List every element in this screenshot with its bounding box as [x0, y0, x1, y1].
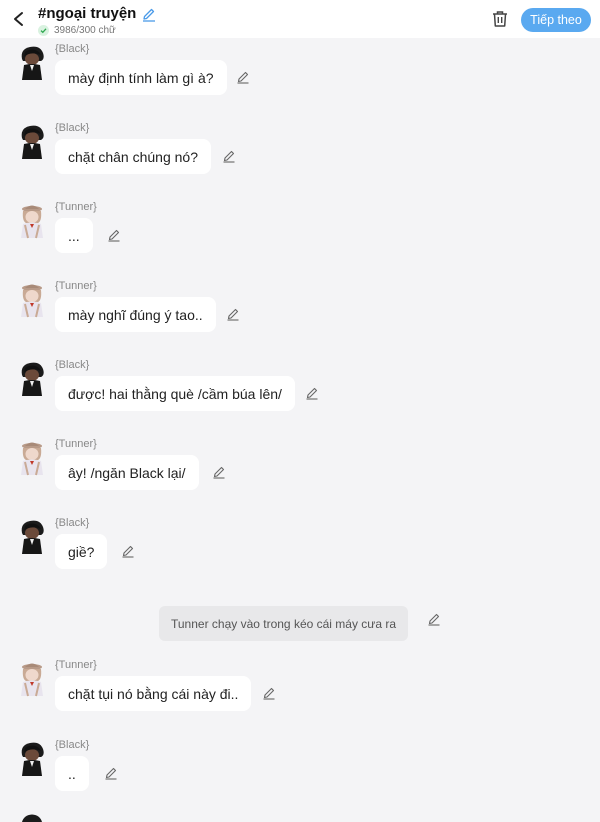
speaker-name: {Black} — [55, 122, 90, 134]
speaker-name: {Black} — [55, 517, 90, 529]
message-item: {Black} mày định tính làm gì à? — [0, 39, 600, 118]
top-bar: #ngoại truyện 3986/300 chữ Tiếp theo — [0, 0, 600, 38]
edit-icon[interactable] — [236, 70, 250, 84]
speaker-name: {Black} — [55, 739, 90, 751]
edit-icon[interactable] — [107, 228, 121, 242]
edit-icon[interactable] — [305, 386, 319, 400]
tunner-avatar-icon[interactable] — [14, 201, 50, 239]
message-item: {Black} giề? — [0, 513, 600, 592]
tunner-avatar-icon[interactable] — [14, 659, 50, 697]
message-bubble[interactable]: ... — [55, 218, 93, 253]
message-bubble[interactable]: .. — [55, 756, 89, 791]
speaker-name: {Black} — [55, 43, 90, 55]
message-item: {Black} chặt chân chúng nó? — [0, 118, 600, 197]
message-bubble[interactable]: chặt tụi nó bằng cái này đi.. — [55, 676, 252, 711]
edit-icon[interactable] — [427, 612, 441, 626]
tunner-avatar-icon[interactable] — [14, 280, 50, 318]
message-item: {Tunner} chặt tụi nó bằng cái này đi.. — [0, 655, 600, 734]
edit-icon[interactable] — [222, 149, 236, 163]
edit-icon[interactable] — [121, 544, 135, 558]
edit-icon[interactable] — [262, 686, 276, 700]
black-avatar-icon — [22, 814, 42, 822]
message-bubble[interactable]: được! hai thằng què /cầm búa lên/ — [55, 376, 295, 411]
black-avatar-icon[interactable] — [14, 359, 50, 397]
next-button[interactable]: Tiếp theo — [521, 8, 591, 32]
message-bubble[interactable]: mày nghĩ đúng ý tao.. — [55, 297, 216, 332]
message-bubble[interactable]: giề? — [55, 534, 108, 569]
message-item: {Tunner} ây! /ngăn Black lại/ — [0, 434, 600, 513]
back-arrow-icon[interactable] — [10, 10, 28, 28]
edit-title-icon[interactable] — [141, 6, 157, 22]
message-bubble[interactable]: mày định tính làm gì à? — [55, 60, 227, 95]
speaker-name: {Tunner} — [55, 280, 97, 292]
message-item: {Black} được! hai thằng què /cầm búa lên… — [0, 355, 600, 434]
message-bubble[interactable]: chặt chân chúng nó? — [55, 139, 211, 174]
narration-bubble[interactable]: Tunner chạy vào trong kéo cái máy cưa ra — [159, 606, 408, 641]
speaker-name: {Black} — [55, 359, 90, 371]
word-count: 3986/300 chữ — [54, 25, 116, 36]
black-avatar-icon[interactable] — [14, 517, 50, 555]
trash-icon[interactable] — [490, 9, 510, 29]
message-item: {Black} .. — [0, 735, 600, 814]
message-bubble[interactable]: ây! /ngăn Black lại/ — [55, 455, 199, 490]
black-avatar-icon[interactable] — [14, 43, 50, 81]
edit-icon[interactable] — [212, 465, 226, 479]
black-avatar-icon[interactable] — [14, 122, 50, 160]
message-item: {Tunner} mày nghĩ đúng ý tao.. — [0, 276, 600, 355]
edit-icon[interactable] — [226, 307, 240, 321]
check-icon — [38, 25, 49, 36]
speaker-name: {Tunner} — [55, 659, 97, 671]
speaker-name: {Tunner} — [55, 438, 97, 450]
page-title: #ngoại truyện — [38, 5, 137, 22]
edit-icon[interactable] — [104, 766, 118, 780]
tunner-avatar-icon[interactable] — [14, 438, 50, 476]
message-item: {Tunner} ... — [0, 197, 600, 276]
black-avatar-icon[interactable] — [14, 739, 50, 777]
speaker-name: {Tunner} — [55, 201, 97, 213]
title-block: #ngoại truyện 3986/300 chữ — [38, 5, 157, 36]
